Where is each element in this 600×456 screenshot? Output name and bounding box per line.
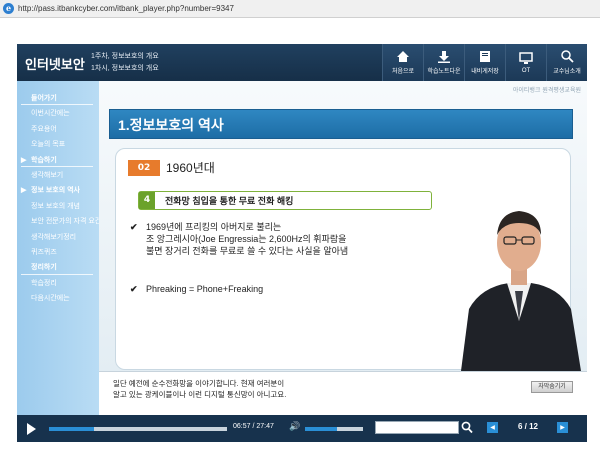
bullet-line: 1969년에 프리킹의 아버지로 불리는: [146, 222, 282, 232]
sidebar-item-concept[interactable]: 정보 보호의 개념: [17, 199, 99, 214]
presenter-video: [461, 211, 581, 371]
next-page-button[interactable]: ▶: [557, 422, 568, 433]
sidebar-item-label: 생각해보기정리: [31, 233, 77, 241]
bullet-line: 불면 장거리 전화를 무료로 쓸 수 있다는 사실을 알아냄: [146, 246, 349, 256]
seek-progress: [49, 427, 94, 431]
player-controls: 06:57 / 27:47 🔊 ◀ 6 / 12 ▶: [17, 415, 587, 442]
home-icon: [397, 51, 409, 62]
ot-label: OT: [521, 67, 531, 74]
sidebar-item-label: 학습정리: [31, 279, 57, 287]
sidebar-item-label: 보안 전문가의 자격 요건: [31, 218, 102, 226]
institute-logo: 아이티뱅크 원격평생교육원: [512, 87, 581, 94]
sidebar-item-think[interactable]: 생각해보기: [17, 168, 99, 183]
search-icon[interactable]: [461, 421, 473, 434]
hide-caption-button[interactable]: 자막숨기기: [531, 381, 573, 393]
slide-title-bar: 1.정보보호의 역사: [109, 109, 573, 139]
check-icon: ✔: [130, 222, 138, 232]
home-button[interactable]: 처음으로: [382, 44, 423, 81]
play-icon[interactable]: [27, 423, 36, 435]
url-text[interactable]: http://pass.itbankcyber.com/itbank_playe…: [18, 4, 234, 13]
sidebar-item-wrapup[interactable]: 정리하기: [17, 260, 99, 276]
section-number: 4: [139, 192, 155, 209]
time-display: 06:57 / 27:47: [233, 423, 274, 430]
sidebar-item-label: 이번시간에는: [31, 110, 70, 118]
caption-text: 일단 예전에 순수전화망을 이야기합니다. 현재 여러분이 알고 있는 광케이블…: [113, 378, 493, 400]
sidebar-item-goals[interactable]: 오늘의 목표: [17, 137, 99, 152]
sidebar-item-think-summary[interactable]: 생각해보기정리: [17, 230, 99, 245]
browser-icon: e: [3, 3, 14, 14]
sidebar-item-label: 퀴즈퀴즈: [31, 248, 57, 256]
lesson-session: 1차시, 정보보호의 개요: [91, 65, 159, 72]
current-arrow-icon: ▶: [21, 156, 27, 164]
bullet-text: 1969년에 프리킹의 아버지로 불리는 조 앙그레시아(Joe Engress…: [146, 221, 446, 257]
caption-box: 일단 예전에 순수전화망을 이야기합니다. 현재 여러분이 알고 있는 광케이블…: [99, 371, 587, 415]
prev-page-button[interactable]: ◀: [487, 422, 498, 433]
lesson-week: 1주차, 정보보호의 개요: [91, 53, 159, 60]
slide-title: 1.정보보호의 역사: [118, 117, 224, 133]
sidebar-item-quiz[interactable]: 퀴즈퀴즈: [17, 245, 99, 260]
volume-slider[interactable]: [305, 427, 363, 431]
sidebar-item-label: 주요용어: [31, 125, 57, 133]
section-header: 4 전화망 침입을 통한 무료 전화 해킹: [138, 191, 432, 210]
seek-bar[interactable]: [49, 427, 227, 431]
sidebar-item-label: 들어가기: [31, 95, 57, 102]
sidebar-item-label: 다음시간에는: [31, 295, 70, 303]
bullet-text: Phreaking = Phone+Freaking: [146, 284, 264, 294]
professor-icon: [561, 50, 574, 63]
slide-area: 아이티뱅크 원격평생교육원 1.정보보호의 역사 02 1960년대 4 전화망…: [99, 81, 587, 371]
professor-button[interactable]: 교수님소개: [546, 44, 587, 81]
era-label: 1960년대: [166, 161, 215, 175]
volume-icon[interactable]: 🔊: [289, 422, 300, 432]
sidebar-item-learning[interactable]: ▶ 학습하기: [17, 153, 99, 168]
header-buttons: 처음으로 학습노트다운 내비게저장 OT 교수님소개: [382, 44, 587, 81]
sidebar-item-summary[interactable]: 학습정리: [17, 276, 99, 291]
professor-label: 교수님소개: [553, 69, 581, 75]
sidebar-item-label: 생각해보기: [31, 171, 64, 179]
sidebar-item-history[interactable]: ▶ 정보 보호의 역사: [17, 183, 99, 198]
monitor-icon: [519, 51, 533, 64]
check-icon: ✔: [130, 284, 138, 294]
sidebar-item-label: 정보 보호의 개념: [31, 202, 80, 210]
note-download-label: 학습노트다운: [427, 69, 461, 75]
address-bar[interactable]: e http://pass.itbankcyber.com/itbank_pla…: [0, 0, 600, 18]
sidebar-item-terms[interactable]: 주요용어: [17, 122, 99, 137]
sidebar-item-next[interactable]: 다음시간에는: [17, 291, 99, 306]
caption-line: 일단 예전에 순수전화망을 이야기합니다. 현재 여러분이: [113, 379, 285, 388]
search-input[interactable]: [375, 421, 459, 434]
download-icon: [438, 51, 450, 63]
sidebar-item-requirements[interactable]: 보안 전문가의 자격 요건: [17, 214, 102, 229]
course-title: 인터넷보안: [25, 57, 85, 72]
player-header: 인터넷보안 1주차, 정보보호의 개요 1차시, 정보보호의 개요 처음으로 학…: [17, 44, 587, 81]
sidebar-item-this-time[interactable]: 이번시간에는: [17, 106, 99, 121]
bullet-line: 조 앙그레시아(Joe Engressia는 2,600Hz의 휘파람을: [146, 234, 347, 244]
navigation-save-button[interactable]: 내비게저장: [464, 44, 505, 81]
sidebar-item-label: 오늘의 목표: [31, 141, 66, 149]
navigation-save-label: 내비게저장: [471, 69, 499, 75]
ot-button[interactable]: OT: [505, 44, 546, 81]
volume-level: [305, 427, 337, 431]
sidebar-item-label: 정보 보호의 역사: [31, 187, 80, 195]
caption-line: 알고 있는 광케이블이나 이런 디지털 통신망이 아니고요.: [113, 390, 287, 399]
lecture-player: 인터넷보안 1주차, 정보보호의 개요 1차시, 정보보호의 개요 처음으로 학…: [17, 44, 587, 442]
era-badge: 02: [128, 160, 160, 176]
sidebar-item-label: 정리하기: [31, 264, 57, 272]
section-title: 전화망 침입을 통한 무료 전화 해킹: [165, 196, 294, 206]
current-arrow-icon: ▶: [21, 187, 27, 195]
home-button-label: 처음으로: [391, 69, 415, 75]
sidebar-item-intro[interactable]: 들어가기: [17, 91, 99, 106]
sidebar-item-label: 학습하기: [31, 156, 57, 164]
note-download-button[interactable]: 학습노트다운: [423, 44, 464, 81]
lesson-info: 1주차, 정보보호의 개요 1차시, 정보보호의 개요: [91, 51, 159, 75]
book-icon: [480, 51, 490, 62]
lesson-sidebar: 들어가기 이번시간에는 주요용어 오늘의 목표 ▶ 학습하기 생각해보기 ▶ 정보 …: [17, 81, 102, 415]
page-indicator: 6 / 12: [517, 422, 538, 431]
